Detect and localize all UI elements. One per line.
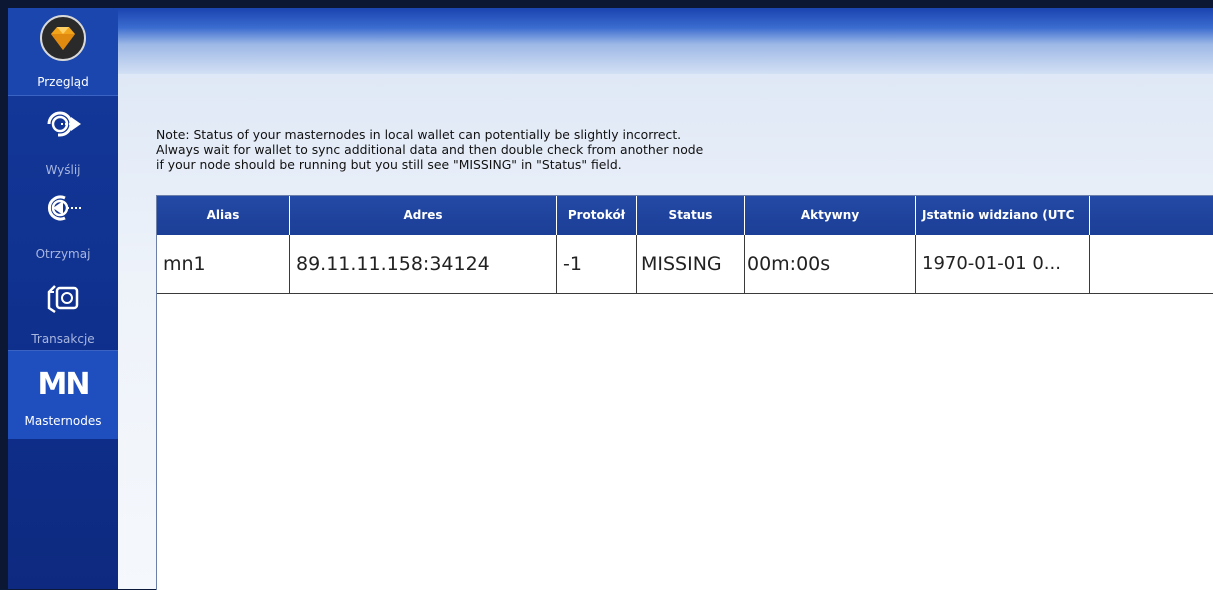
cell-active: 00m:00s <box>745 235 916 293</box>
header-bar <box>118 8 1213 74</box>
sidebar-item-label: Wyślij <box>45 163 81 177</box>
receive-coins-icon <box>43 188 83 228</box>
column-header-active[interactable]: Aktywny <box>745 196 916 235</box>
cell-alias: mn1 <box>157 235 290 293</box>
column-header-address[interactable]: Adres <box>290 196 557 235</box>
sidebar-item-label: Masternodes <box>24 414 102 428</box>
column-header-protocol[interactable]: Protokół <box>557 196 637 235</box>
sidebar-item-label: Przegląd <box>37 75 89 89</box>
diamond-logo-icon <box>39 14 87 62</box>
app-window: Przegląd Wyślij Otrzymaj Transakcje MN M… <box>0 0 1213 590</box>
masternodes-page: Note: Status of your masternodes in loca… <box>118 74 1213 590</box>
cell-protocol: -1 <box>557 235 637 293</box>
sidebar-item-transactions[interactable]: Transakcje <box>8 272 118 350</box>
table-header: Alias Adres Protokół Status Aktywny Jsta… <box>157 196 1213 235</box>
note-line: Note: Status of your masternodes in loca… <box>156 127 682 142</box>
cell-status: MISSING <box>637 235 745 293</box>
sidebar-item-overview[interactable]: Przegląd <box>8 8 118 95</box>
masternodes-icon: MN <box>37 367 91 402</box>
sidebar-item-send[interactable]: Wyślij <box>8 96 118 183</box>
column-header-status[interactable]: Status <box>637 196 745 235</box>
sidebar-item-receive[interactable]: Otrzymaj <box>8 184 118 271</box>
table-row[interactable]: mn1 89.11.11.158:34124 -1 MISSING 00m:00… <box>157 235 1213 294</box>
cell-last-seen: 1970-01-01 0... <box>916 235 1090 293</box>
sidebar-item-label: Otrzymaj <box>35 247 91 261</box>
transactions-icon <box>43 278 83 318</box>
note-line: Always wait for wallet to sync additiona… <box>156 142 704 157</box>
cell-address: 89.11.11.158:34124 <box>290 235 557 293</box>
column-header-alias[interactable]: Alias <box>157 196 290 235</box>
sidebar-item-masternodes[interactable]: MN Masternodes <box>8 351 118 439</box>
status-note: Note: Status of your masternodes in loca… <box>156 127 703 172</box>
note-line: if your node should be running but you s… <box>156 157 622 172</box>
sidebar-item-label: Transakcje <box>31 332 95 346</box>
masternodes-table[interactable]: Alias Adres Protokół Status Aktywny Jsta… <box>156 195 1213 590</box>
column-header-last-seen[interactable]: Jstatnio widziano (UTC <box>916 196 1090 235</box>
send-coins-icon <box>43 104 83 144</box>
sidebar: Przegląd Wyślij Otrzymaj Transakcje MN M… <box>8 8 118 589</box>
